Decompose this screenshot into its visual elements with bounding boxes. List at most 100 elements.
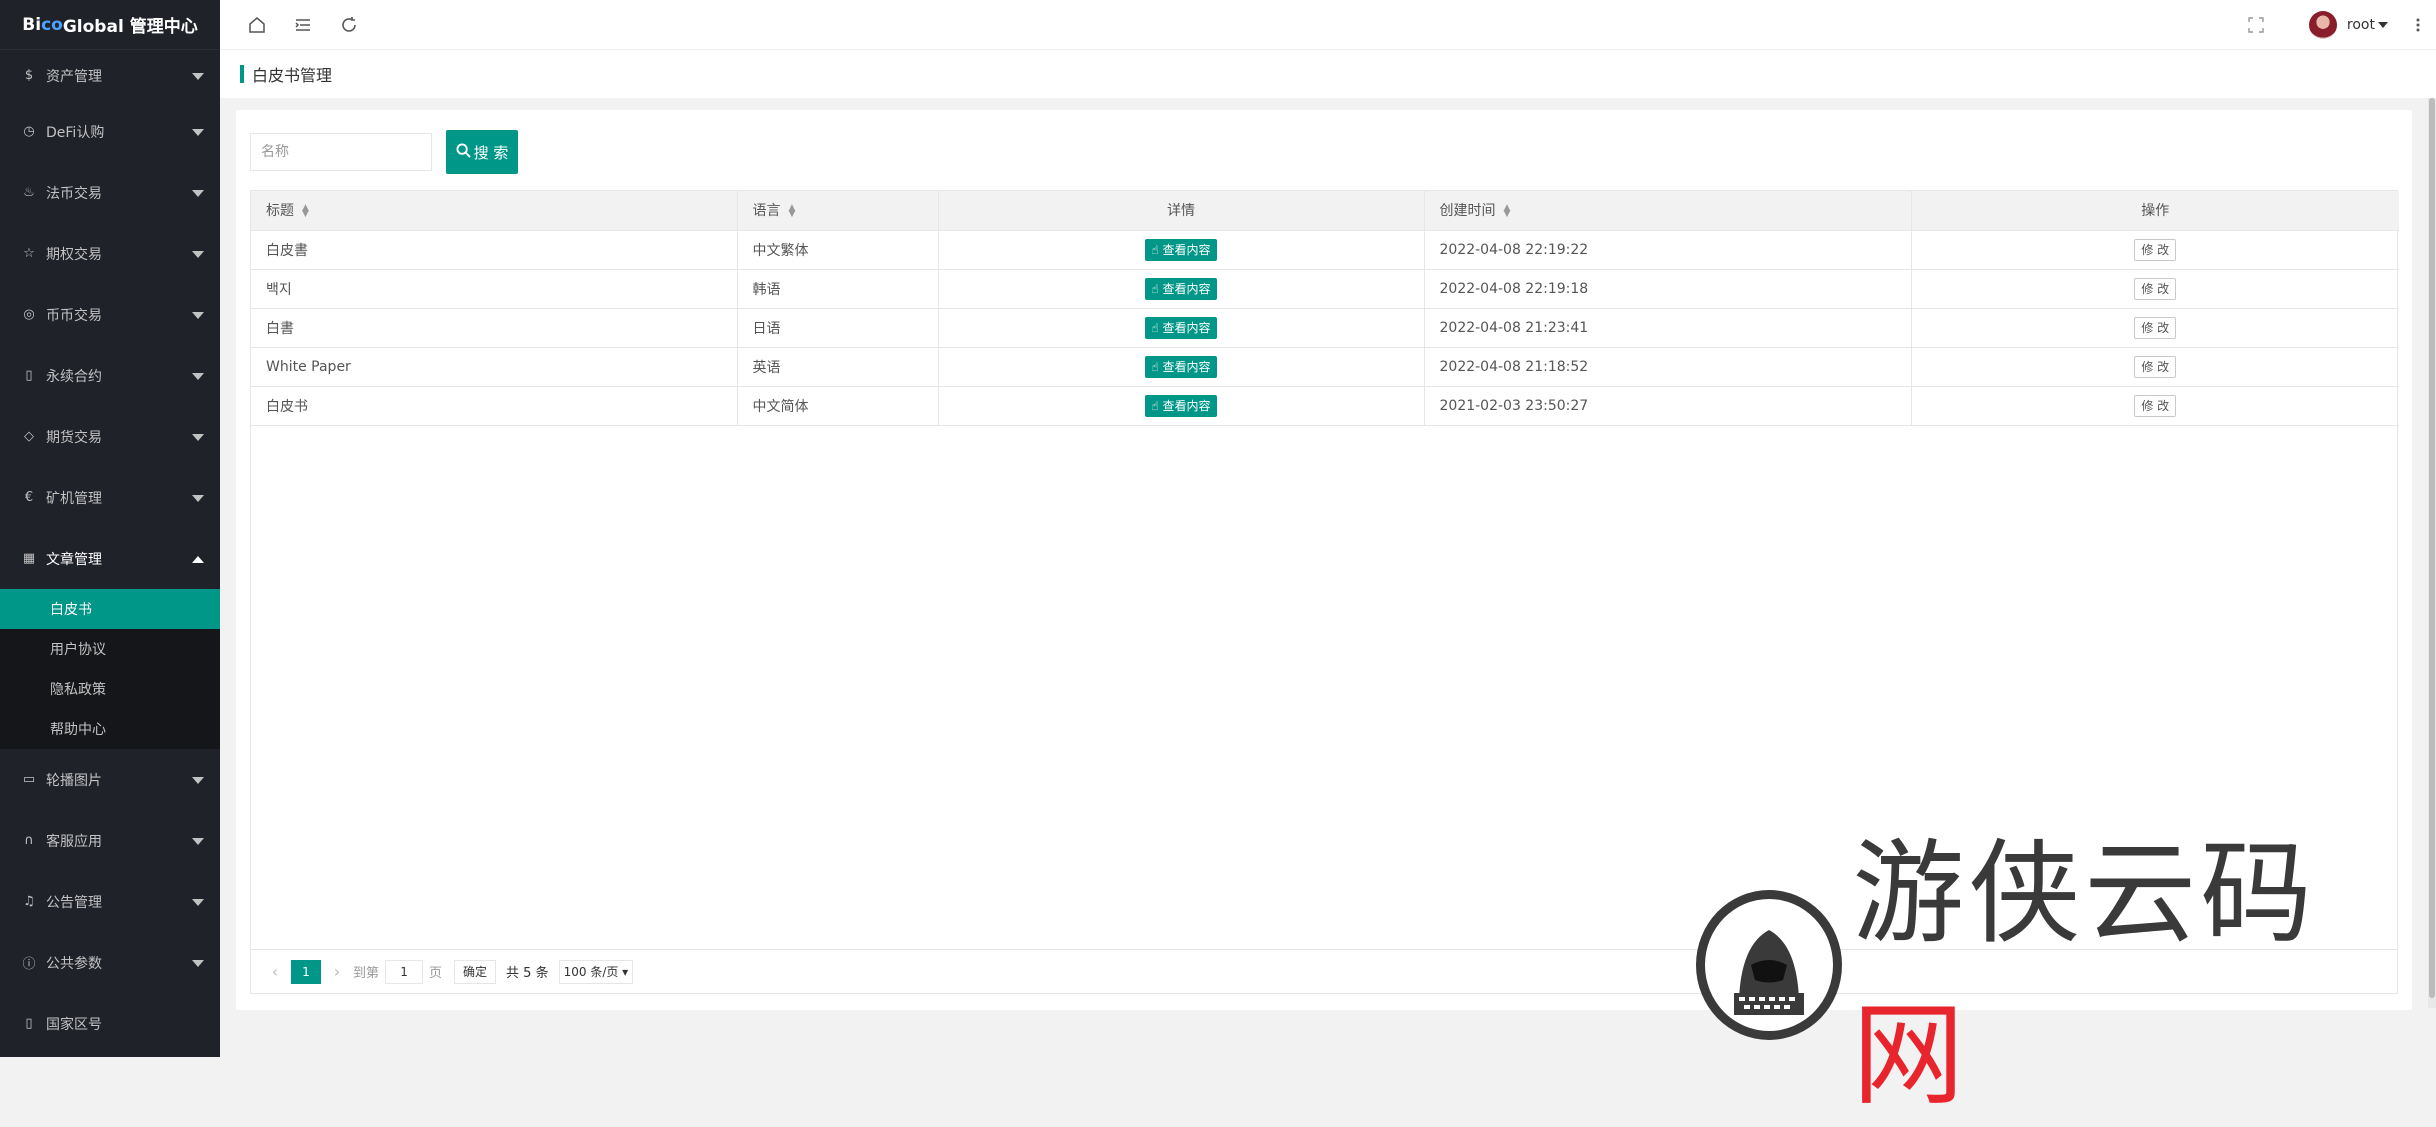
hand-icon: ☝	[1151, 359, 1163, 374]
coin-icon: ◎	[23, 307, 35, 322]
home-icon[interactable]	[234, 0, 280, 50]
sidebar-item-headset[interactable]: ∩ 客服应用	[0, 810, 220, 871]
cell-detail: ☝ 查看内容	[938, 269, 1425, 309]
view-content-label: 查看内容	[1162, 321, 1211, 335]
cell-language: 日语	[737, 308, 939, 348]
app-logo[interactable]: Bi co Global 管理中心	[0, 0, 220, 50]
cell-language: 中文简体	[737, 386, 939, 426]
sidebar-item-star[interactable]: ☆ 期权交易	[0, 223, 220, 284]
watermark-text: 游侠云码网	[1852, 803, 2416, 1127]
page-number-current[interactable]: 1	[291, 959, 321, 984]
table-row: 白皮書 中文繁体 ☝ 查看内容 2022-04-08 22:19:22 修 改	[251, 230, 2399, 270]
view-content-label: 查看内容	[1162, 243, 1211, 257]
column-header-action: 操作	[1911, 191, 2399, 231]
edit-button[interactable]: 修 改	[2134, 355, 2177, 378]
sidebar-item-label: 客服应用	[46, 833, 102, 850]
sidebar-item-label: DeFi认购	[46, 124, 105, 141]
sort-icon[interactable]: ▲ ▼	[789, 204, 796, 219]
chevron-down-icon	[192, 776, 204, 784]
sidebar-item-diamond[interactable]: ◇ 期货交易	[0, 406, 220, 467]
headset-icon: ∩	[24, 833, 34, 848]
column-header-detail: 详情	[938, 191, 1425, 231]
sidebar-item-book[interactable]: ▦ 文章管理	[0, 528, 220, 589]
sidebar-item-bell[interactable]: ♫ 公告管理	[0, 871, 220, 932]
user-menu[interactable]: root	[2347, 17, 2388, 33]
column-header-language[interactable]: 语言 ▲ ▼	[737, 191, 939, 231]
search-input[interactable]	[250, 133, 432, 171]
sidebar-item-dollar[interactable]: $ 资产管理	[0, 50, 220, 101]
scrollbar-thumb[interactable]	[2429, 98, 2435, 998]
cell-action: 修 改	[1911, 347, 2399, 387]
prev-page-icon[interactable]: ‹	[265, 962, 285, 981]
sidebar-item-file[interactable]: ▯ 永续合约	[0, 345, 220, 406]
chevron-down-icon	[192, 898, 204, 906]
view-content-button[interactable]: ☝ 查看内容	[1145, 277, 1217, 300]
sidebar-subitem[interactable]: 帮助中心	[0, 709, 220, 749]
avatar[interactable]	[2308, 10, 2337, 39]
sidebar-item-label: 轮播图片	[46, 772, 102, 789]
cell-title: White Paper	[251, 347, 738, 387]
cell-action: 修 改	[1911, 308, 2399, 348]
next-page-icon[interactable]: ›	[327, 962, 347, 981]
hand-icon: ☝	[1151, 398, 1163, 413]
refresh-icon[interactable]	[326, 0, 372, 50]
hand-icon: ☝	[1151, 242, 1163, 257]
watermark-text-main: 游侠云码	[1852, 829, 2317, 959]
more-vertical-icon[interactable]	[2400, 0, 2436, 50]
sidebar-item-clock[interactable]: ◷ DeFi认购	[0, 101, 220, 162]
sidebar-item-euro[interactable]: € 矿机管理	[0, 467, 220, 528]
logo-text-prefix: Bi	[22, 14, 42, 35]
sidebar-subitem[interactable]: 用户协议	[0, 629, 220, 669]
edit-button[interactable]: 修 改	[2134, 238, 2177, 261]
sidebar-item-fire[interactable]: ♨ 法币交易	[0, 162, 220, 223]
sort-icon[interactable]: ▲ ▼	[302, 204, 309, 219]
cell-action: 修 改	[1911, 269, 2399, 309]
goto-confirm-button[interactable]: 确定	[454, 959, 497, 984]
sidebar-item-coin[interactable]: ◎ 币币交易	[0, 284, 220, 345]
fullscreen-icon[interactable]	[2233, 0, 2279, 50]
chevron-down-icon	[192, 959, 204, 967]
edit-button[interactable]: 修 改	[2134, 277, 2177, 300]
view-content-button[interactable]: ☝ 查看内容	[1145, 355, 1217, 378]
edit-button[interactable]: 修 改	[2134, 316, 2177, 339]
total-count: 共 5 条	[506, 966, 549, 981]
info-icon: ⓘ	[22, 957, 36, 972]
page-size-select[interactable]: 100 条/页 ▾	[558, 959, 634, 984]
view-content-button[interactable]: ☝ 查看内容	[1145, 394, 1217, 417]
page-unit-label: 页	[429, 966, 443, 981]
hacker-logo-icon	[1696, 890, 1843, 1040]
goto-page-input[interactable]	[385, 959, 424, 984]
table-row: 白皮书 中文简体 ☝ 查看内容 2021-02-03 23:50:27 修 改	[251, 386, 2399, 426]
fire-icon: ♨	[23, 185, 35, 200]
column-header-title[interactable]: 标题 ▲ ▼	[251, 191, 738, 231]
search-button[interactable]: 搜 索	[446, 130, 518, 174]
cell-created: 2022-04-08 21:18:52	[1424, 347, 1912, 387]
sort-icon[interactable]: ▲ ▼	[1504, 204, 1511, 219]
image-icon: ▭	[22, 772, 36, 787]
page-title: 白皮书管理	[252, 66, 333, 85]
dollar-icon: $	[24, 68, 34, 83]
cell-created: 2022-04-08 22:19:18	[1424, 269, 1912, 309]
goto-label: 到第	[353, 966, 380, 981]
phone-icon: ▯	[25, 1016, 33, 1031]
cell-title: 백지	[251, 269, 738, 309]
view-content-button[interactable]: ☝ 查看内容	[1145, 238, 1217, 261]
sidebar-subitem[interactable]: 隐私政策	[0, 669, 220, 709]
view-content-button[interactable]: ☝ 查看内容	[1145, 316, 1217, 339]
watermark-text-red: 网	[1852, 991, 1969, 1121]
cell-language: 英语	[737, 347, 939, 387]
sidebar-item-label: 资产管理	[46, 68, 102, 85]
chevron-up-icon	[192, 555, 204, 563]
cell-action: 修 改	[1911, 230, 2399, 270]
chevron-down-icon	[192, 128, 204, 136]
column-header-created[interactable]: 创建时间 ▲ ▼	[1424, 191, 1912, 231]
menu-toggle-icon[interactable]	[280, 0, 326, 50]
sidebar-subitem[interactable]: 白皮书	[0, 589, 220, 629]
book-icon: ▦	[22, 551, 36, 566]
sidebar-item-info[interactable]: ⓘ 公共参数	[0, 932, 220, 993]
sidebar-item-image[interactable]: ▭ 轮播图片	[0, 749, 220, 810]
edit-button[interactable]: 修 改	[2134, 394, 2177, 417]
sidebar-item-phone[interactable]: ▯ 国家区号	[0, 993, 220, 1054]
cell-created: 2021-02-03 23:50:27	[1424, 386, 1912, 426]
page-size-value: 100 条/页	[563, 965, 619, 979]
